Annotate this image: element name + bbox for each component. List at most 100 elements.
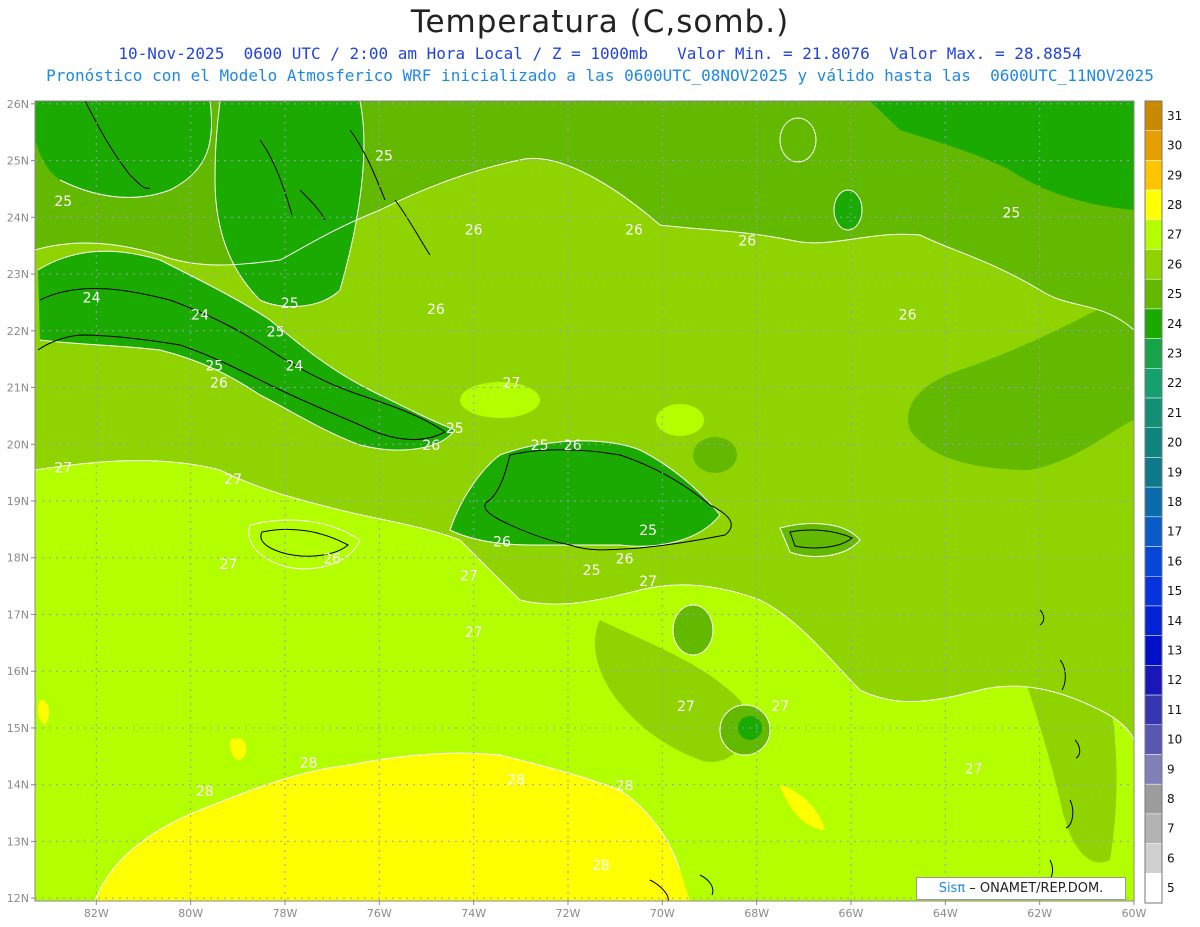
contour-label: 25 <box>446 421 464 437</box>
contour-label: 25 <box>267 324 285 340</box>
lat-tick-label: 22N <box>7 325 29 338</box>
temperature-map: 2524242525242526252626272526 25 2625262625… <box>7 98 1183 920</box>
colorbar-label: 6 <box>1167 851 1175 865</box>
lon-tick-label: 64W <box>933 907 958 920</box>
colorbar-swatch <box>1144 189 1163 221</box>
colorbar-label: 25 <box>1167 287 1182 301</box>
lat-tick-label: 20N <box>7 438 29 451</box>
lat-tick-label: 15N <box>7 722 29 735</box>
contour-label: 25 <box>54 194 72 210</box>
lon-tick-label: 68W <box>744 907 769 920</box>
lat-tick-label: 26N <box>7 98 29 111</box>
lon-tick-label: 70W <box>650 907 675 920</box>
lat-tick-label: 24N <box>7 211 29 224</box>
contour-label: 26 <box>422 438 440 454</box>
lat-tick-label: 13N <box>7 835 29 848</box>
colorbar-swatch <box>1144 605 1163 636</box>
contour-label: 26 <box>465 222 483 238</box>
colorbar-swatch <box>1144 100 1163 131</box>
contour-label: 27 <box>771 699 789 715</box>
contour-label: 25 <box>281 296 299 312</box>
lat-tick-label: 12N <box>7 892 29 905</box>
lon-tick-label: 60W <box>1122 907 1147 920</box>
contour-label: 28 <box>300 756 318 772</box>
contour-label: 25 <box>375 149 393 165</box>
lon-tick-label: 82W <box>84 907 109 920</box>
colorbar-swatch <box>1144 516 1163 547</box>
colorbar-label: 7 <box>1167 822 1175 836</box>
colorbar-swatch <box>1144 249 1163 280</box>
contour-label: 25 <box>639 523 657 539</box>
contour-label: 26 <box>210 376 228 392</box>
colorbar-swatch <box>1144 278 1163 310</box>
contour-label: 26 <box>427 302 445 318</box>
contour-label: 24 <box>191 307 209 323</box>
credit-badge: Sisπ – ONAMET/REP.DOM. <box>916 877 1126 900</box>
colorbar-swatch <box>1144 219 1163 250</box>
colorbar-swatch <box>1144 486 1163 518</box>
lon-tick-label: 66W <box>839 907 864 920</box>
colorbar-swatch <box>1144 427 1163 458</box>
colorbar-label: 16 <box>1167 554 1182 568</box>
lat-tick-label: 18N <box>7 552 29 565</box>
colorbar-label: 31 <box>1167 109 1182 123</box>
lat-tick-label: 21N <box>7 382 29 395</box>
colorbar-label: 17 <box>1167 525 1182 539</box>
colorbar-label: 15 <box>1167 584 1182 598</box>
colorbar-swatch <box>1144 308 1163 339</box>
contour-label: 27 <box>639 574 657 590</box>
colorbar-swatch <box>1144 397 1163 428</box>
colorbar-label: 9 <box>1167 762 1175 776</box>
colorbar-label: 13 <box>1167 644 1182 658</box>
contour-label: 28 <box>196 784 214 800</box>
contour-label: 27 <box>219 557 237 573</box>
colorbar-label: 30 <box>1167 139 1182 153</box>
lat-tick-label: 19N <box>7 495 29 508</box>
colorbar-label: 27 <box>1167 228 1182 242</box>
contour-label: 24 <box>286 359 304 375</box>
credit-brand: Sisπ <box>938 881 966 896</box>
contour-label: 26 <box>625 222 643 238</box>
colorbar-label: 5 <box>1167 881 1175 895</box>
credit-text: – ONAMET/REP.DOM. <box>965 881 1104 896</box>
colorbar-label: 19 <box>1167 465 1182 479</box>
colorbar-swatch <box>1144 665 1163 696</box>
colorbar-label: 22 <box>1167 376 1182 390</box>
colorbar-swatch <box>1144 130 1163 161</box>
colorbar-swatch <box>1144 160 1163 191</box>
lon-tick-label: 78W <box>273 907 298 920</box>
colorbar-legend: 31 30 29 28 27 26 25 24 23 22 21 20 19 18 17 16 15 14 13 12… <box>1144 100 1182 904</box>
contour-label: 27 <box>965 761 983 777</box>
lat-tick-label: 14N <box>7 779 29 792</box>
field-blob-27-1 <box>460 382 540 418</box>
lat-tick-label: 23N <box>7 268 29 281</box>
lat-tick-label: 16N <box>7 665 29 678</box>
colorbar-label: 11 <box>1167 703 1182 717</box>
contour-label: 25 <box>583 563 601 579</box>
colorbar-label: 12 <box>1167 673 1182 687</box>
colorbar-label: 28 <box>1167 198 1182 212</box>
colorbar-label: 29 <box>1167 168 1182 182</box>
contour-label: 28 <box>507 773 525 789</box>
colorbar-swatch <box>1144 873 1163 904</box>
contour-label: 27 <box>460 568 478 584</box>
colorbar-label: 18 <box>1167 495 1182 509</box>
contour-label: 28 <box>616 778 634 794</box>
colorbar-label: 8 <box>1167 792 1175 806</box>
colorbar-label: 10 <box>1167 733 1182 747</box>
contour-label: 26 <box>616 551 634 567</box>
latitude-axis: 26N 25N 24N 23N 22N 21N 20N 19N 18N 17N 16N 15N 14N 1… <box>7 98 35 905</box>
lon-tick-label: 80W <box>178 907 203 920</box>
colorbar-label: 26 <box>1167 257 1182 271</box>
contour-label: 27 <box>502 376 520 392</box>
colorbar-swatch <box>1144 338 1163 369</box>
contour-label: 26 <box>493 534 511 550</box>
contour-label: 26 <box>899 307 917 323</box>
contour-label: 25 <box>205 359 223 375</box>
contour-label: 25 <box>1002 205 1020 221</box>
colorbar-swatch <box>1144 546 1163 577</box>
colorbar-swatch <box>1144 843 1163 874</box>
colorbar-label: 21 <box>1167 406 1182 420</box>
colorbar-swatch <box>1144 368 1163 399</box>
contour-label: 27 <box>677 699 695 715</box>
